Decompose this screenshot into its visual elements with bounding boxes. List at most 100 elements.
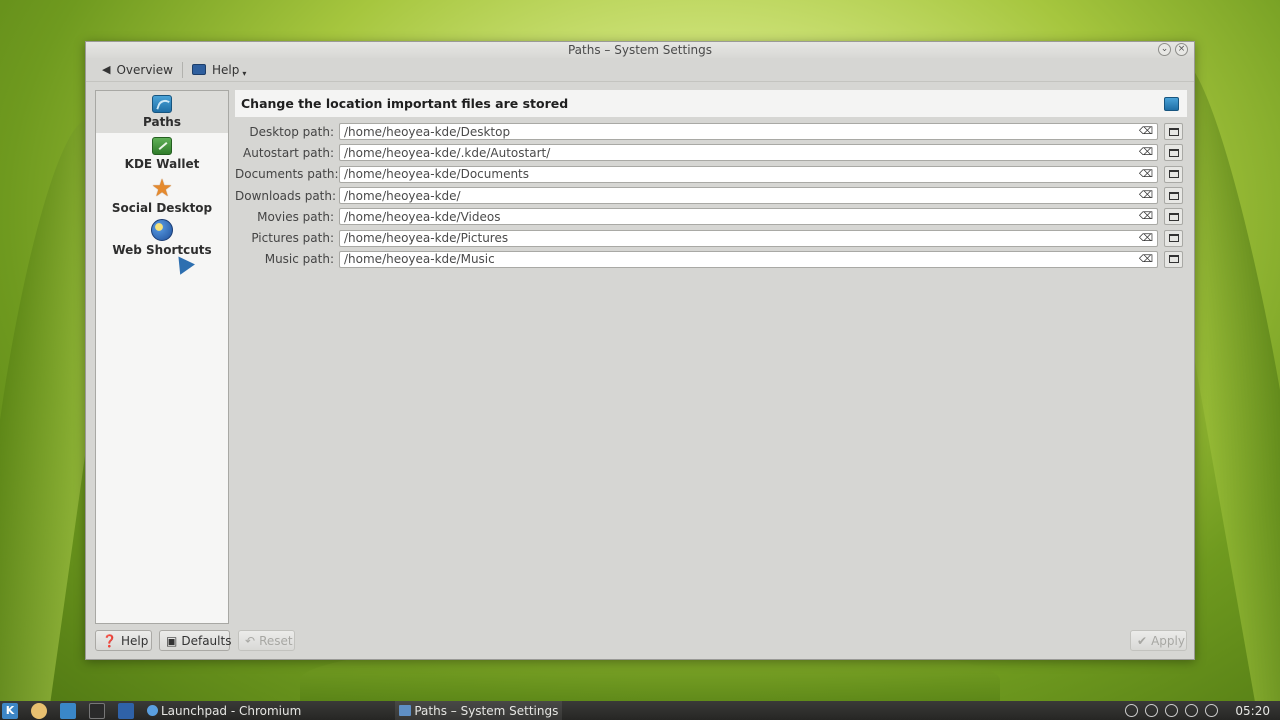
- sidebar-item-paths[interactable]: Paths: [96, 91, 228, 133]
- kde-menu-icon[interactable]: K: [2, 702, 18, 719]
- path-label: Movies path:: [257, 209, 334, 224]
- clear-icon[interactable]: ⌫: [1139, 233, 1153, 244]
- close-button[interactable]: ×: [1175, 43, 1188, 56]
- minimize-button[interactable]: ⌄: [1158, 43, 1171, 56]
- help-button[interactable]: ❓ Help: [95, 630, 152, 651]
- sidebar-item-web-shortcuts[interactable]: Web Shortcuts: [96, 217, 228, 259]
- sidebar-item-kde-wallet[interactable]: KDE Wallet: [96, 133, 228, 175]
- task-system-settings[interactable]: Paths – System Settings: [395, 701, 563, 720]
- path-label: Pictures path:: [251, 231, 334, 246]
- defaults-icon: ▣: [166, 633, 178, 648]
- system-settings-window: Paths – System Settings ⌄ × ◀ Overview H…: [85, 41, 1195, 660]
- path-row-desktop: Desktop path: /home/heoyea-kde/Desktop ⌫: [235, 121, 1187, 142]
- terminal-icon[interactable]: [89, 702, 105, 719]
- path-row-documents: Documents path: /home/heoyea-kde/Documen…: [235, 164, 1187, 185]
- help-monitor-icon: [191, 64, 206, 75]
- path-value: /home/heoyea-kde/Pictures: [344, 231, 509, 246]
- task-label: Launchpad - Chromium: [161, 703, 302, 718]
- reset-button-label: Reset: [259, 633, 293, 648]
- browse-button[interactable]: [1164, 208, 1183, 226]
- folder-open-icon: [1168, 212, 1179, 221]
- volume-icon[interactable]: [1205, 704, 1219, 717]
- path-value: /home/heoyea-kde/Videos: [344, 209, 501, 224]
- clear-icon[interactable]: ⌫: [1139, 190, 1153, 201]
- path-row-autostart: Autostart path: /home/heoyea-kde/.kde/Au…: [235, 142, 1187, 163]
- sidebar-item-label: Social Desktop: [111, 201, 213, 215]
- desktop-path-field[interactable]: /home/heoyea-kde/Desktop ⌫: [339, 123, 1158, 141]
- path-value: /home/heoyea-kde/.kde/Autostart/: [344, 145, 551, 160]
- info-icon[interactable]: [1125, 704, 1139, 717]
- path-row-pictures: Pictures path: /home/heoyea-kde/Pictures…: [235, 227, 1187, 248]
- browse-button[interactable]: [1164, 165, 1183, 183]
- path-label: Autostart path:: [243, 145, 334, 160]
- network-icon[interactable]: [1165, 704, 1179, 717]
- folder-open-icon: [1168, 170, 1179, 179]
- sidebar: Paths KDE Wallet ★ Social Desktop Web Sh…: [95, 90, 229, 624]
- browse-button[interactable]: [1164, 250, 1183, 268]
- path-value: /home/heoyea-kde/: [344, 188, 461, 203]
- browse-button[interactable]: [1164, 229, 1183, 247]
- browse-button[interactable]: [1164, 123, 1183, 141]
- path-label: Downloads path:: [235, 188, 337, 203]
- module-header: Change the location important files are …: [235, 90, 1187, 117]
- system-settings-launcher-icon[interactable]: [60, 702, 76, 719]
- path-row-downloads: Downloads path: /home/heoyea-kde/ ⌫: [235, 185, 1187, 206]
- defaults-button-label: Defaults: [181, 633, 232, 648]
- sidebar-item-label: KDE Wallet: [124, 157, 200, 171]
- clear-icon[interactable]: ⌫: [1139, 169, 1153, 180]
- path-value: /home/heoyea-kde/Documents: [344, 167, 530, 182]
- overview-button[interactable]: ◀ Overview: [96, 61, 179, 79]
- folder-open-icon: [1168, 127, 1179, 136]
- task-label: Paths – System Settings: [414, 703, 559, 718]
- undo-icon: ↶: [245, 633, 256, 648]
- folder-open-icon: [1168, 148, 1179, 157]
- pictures-path-field[interactable]: /home/heoyea-kde/Pictures ⌫: [339, 229, 1158, 247]
- sidebar-item-label: Paths: [143, 115, 181, 129]
- chromium-icon: [147, 705, 158, 716]
- help-icon: ❓: [102, 633, 117, 648]
- apply-button-label: Apply: [1151, 633, 1185, 648]
- path-label: Desktop path:: [249, 124, 334, 139]
- music-path-field[interactable]: /home/heoyea-kde/Music ⌫: [339, 250, 1158, 268]
- path-value: /home/heoyea-kde/Desktop: [344, 124, 511, 139]
- toolbar-separator: [181, 61, 183, 78]
- movies-path-field[interactable]: /home/heoyea-kde/Videos ⌫: [339, 208, 1158, 226]
- clear-icon[interactable]: ⌫: [1139, 211, 1153, 222]
- help-button-label: Help: [120, 633, 149, 648]
- help-menu-button[interactable]: Help ▾: [186, 60, 252, 80]
- help-menu-label: Help: [211, 62, 240, 77]
- clear-icon[interactable]: ⌫: [1139, 147, 1153, 158]
- taskbar: K Launchpad - Chromium Paths – System Se…: [0, 701, 1280, 720]
- reset-button[interactable]: ↶ Reset: [238, 630, 295, 651]
- scissors-icon[interactable]: [1145, 704, 1159, 717]
- path-value: /home/heoyea-kde/Music: [344, 252, 495, 267]
- system-settings-icon: [399, 705, 412, 716]
- task-chromium[interactable]: Launchpad - Chromium: [143, 701, 305, 720]
- apply-button[interactable]: ✔ Apply: [1130, 630, 1187, 651]
- file-manager-icon[interactable]: [31, 702, 47, 719]
- autostart-path-field[interactable]: /home/heoyea-kde/.kde/Autostart/ ⌫: [339, 144, 1158, 162]
- downloads-path-field[interactable]: /home/heoyea-kde/ ⌫: [339, 187, 1158, 205]
- path-label: Music path:: [264, 252, 334, 267]
- defaults-button[interactable]: ▣ Defaults: [159, 630, 232, 651]
- star-icon: ★: [151, 174, 173, 202]
- browse-button[interactable]: [1164, 144, 1183, 162]
- browse-button[interactable]: [1164, 187, 1183, 205]
- clock[interactable]: 05:20: [1235, 704, 1270, 718]
- folder-open-icon: [1168, 234, 1179, 243]
- toolbar: ◀ Overview Help ▾: [86, 58, 1194, 82]
- documents-path-field[interactable]: /home/heoyea-kde/Documents ⌫: [339, 165, 1158, 183]
- sidebar-item-label: Web Shortcuts: [112, 243, 212, 257]
- paths-form: Desktop path: /home/heoyea-kde/Desktop ⌫…: [235, 121, 1187, 270]
- checkmark-icon: ✔: [1137, 633, 1148, 648]
- back-arrow-icon: ◀: [102, 63, 111, 76]
- clear-icon[interactable]: ⌫: [1139, 126, 1153, 137]
- window-title: Paths – System Settings: [567, 43, 713, 57]
- window-titlebar[interactable]: Paths – System Settings ⌄ ×: [86, 42, 1194, 58]
- clear-icon[interactable]: ⌫: [1139, 254, 1153, 265]
- sidebar-item-social-desktop[interactable]: ★ Social Desktop: [96, 175, 228, 217]
- path-row-movies: Movies path: /home/heoyea-kde/Videos ⌫: [235, 206, 1187, 227]
- folder-open-icon: [1168, 255, 1179, 264]
- text-editor-icon[interactable]: [118, 702, 134, 719]
- updates-icon[interactable]: [1185, 704, 1199, 717]
